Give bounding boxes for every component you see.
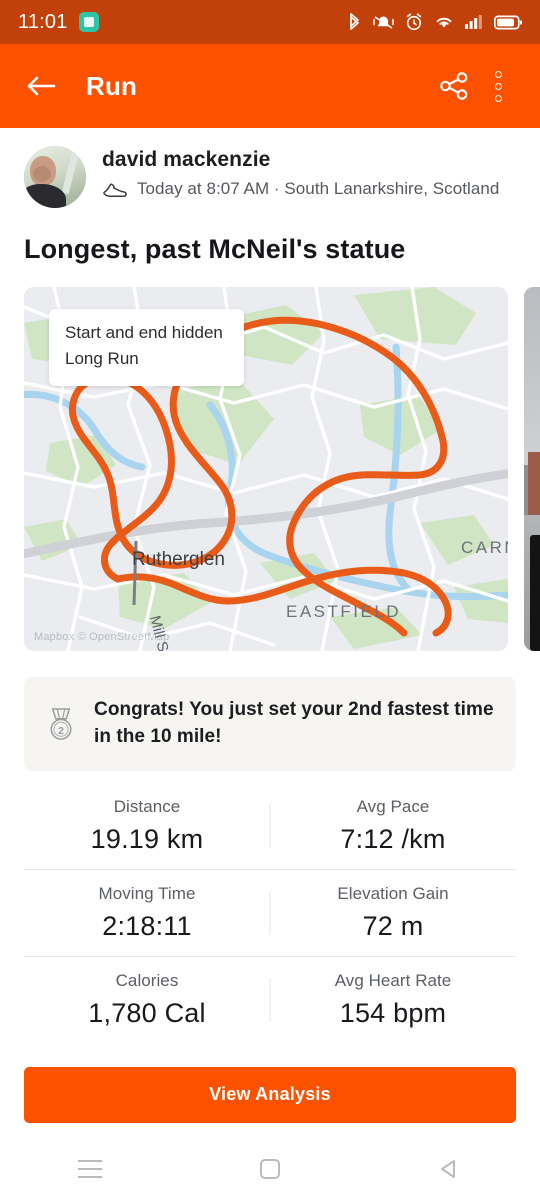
activity-detail-screen: 11:01 Run david mackenzie Today at 8:07 … xyxy=(0,0,540,1200)
svg-text:CARM: CARM xyxy=(461,538,508,557)
stat-label: Calories xyxy=(115,970,179,990)
overflow-menu-button[interactable] xyxy=(476,64,520,108)
share-icon xyxy=(440,72,468,100)
back-triangle-icon xyxy=(441,1160,455,1178)
map-overlay-line-2: Long Run xyxy=(65,349,139,369)
back-nav-button[interactable] xyxy=(360,1158,540,1180)
media-carousel[interactable]: Rutherglen EASTFIELD CARM Mill St Start … xyxy=(0,287,540,651)
stat-label: Avg Heart Rate xyxy=(334,970,452,990)
cellular-signal-icon xyxy=(465,15,482,29)
athlete-header[interactable]: david mackenzie Today at 8:07 AM · South… xyxy=(0,128,540,208)
avatar[interactable] xyxy=(24,146,86,208)
media-rail: Rutherglen EASTFIELD CARM Mill St Start … xyxy=(24,287,540,651)
activity-meta-row: Today at 8:07 AM · South Lanarkshire, Sc… xyxy=(102,179,499,199)
android-navigation-bar xyxy=(0,1138,540,1200)
home-icon xyxy=(260,1159,280,1179)
stats-row: Calories 1,780 Cal Avg Heart Rate 154 bp… xyxy=(24,955,516,1043)
stat-label: Moving Time xyxy=(98,883,196,903)
share-button[interactable] xyxy=(432,64,476,108)
app-bar: Run xyxy=(0,44,540,128)
stat-avg-heart-rate: Avg Heart Rate 154 bpm xyxy=(270,971,516,1029)
status-bar-left: 11:01 xyxy=(18,11,99,34)
page-title: Run xyxy=(86,70,138,101)
overflow-menu-icon xyxy=(494,70,502,102)
back-arrow-icon xyxy=(27,76,56,96)
achievement-text: Congrats! You just set your 2nd fastest … xyxy=(94,699,494,747)
activity-meta: Today at 8:07 AM · South Lanarkshire, Sc… xyxy=(137,179,500,198)
stat-value: 2:18:11 xyxy=(102,910,192,941)
stat-value: 19.19 km xyxy=(90,823,204,854)
vibrate-icon xyxy=(373,16,394,29)
stat-value: 7:12 /km xyxy=(340,823,446,854)
stats-row: Moving Time 2:18:11 Elevation Gain 72 m xyxy=(24,868,516,956)
stat-label: Elevation Gain xyxy=(337,883,449,903)
status-bar: 11:01 xyxy=(0,0,540,44)
status-time: 11:01 xyxy=(18,10,68,33)
map-overlay-line-1: Start and end hidden xyxy=(65,323,223,342)
route-map-card[interactable]: Rutherglen EASTFIELD CARM Mill St Start … xyxy=(24,287,508,651)
stat-label: Avg Pace xyxy=(356,796,430,816)
activity-photo-card[interactable] xyxy=(524,287,540,651)
back-button[interactable] xyxy=(20,65,62,107)
stat-moving-time: Moving Time 2:18:11 xyxy=(24,884,270,942)
app-notification-icon xyxy=(78,12,99,32)
stats-grid: Distance 19.19 km Avg Pace 7:12 /km Movi… xyxy=(24,783,516,1043)
recents-icon xyxy=(78,1160,102,1178)
map-attribution: Mapbox © OpenStreetMap xyxy=(34,631,170,643)
achievement-banner[interactable]: 2 Congrats! You just set your 2nd fastes… xyxy=(24,677,516,771)
view-analysis-button[interactable]: View Analysis xyxy=(24,1066,516,1123)
stat-divider xyxy=(269,890,271,935)
stat-value: 72 m xyxy=(362,910,424,941)
alarm-icon xyxy=(406,13,422,31)
stat-divider xyxy=(269,803,271,848)
stat-calories: Calories 1,780 Cal xyxy=(24,971,270,1029)
bluetooth-icon xyxy=(350,13,359,30)
battery-icon xyxy=(494,15,522,29)
medal-number: 2 xyxy=(58,725,64,737)
stat-label: Distance xyxy=(113,796,181,816)
status-bar-right xyxy=(347,12,522,32)
athlete-name[interactable]: david mackenzie xyxy=(102,148,499,172)
stat-value: 154 bpm xyxy=(339,997,447,1028)
wifi-icon xyxy=(436,17,452,28)
running-shoe-icon xyxy=(103,183,127,197)
svg-text:Rutherglen: Rutherglen xyxy=(132,549,225,570)
stat-divider xyxy=(269,977,271,1022)
activity-title: Longest, past McNeil's statue xyxy=(24,234,406,264)
stat-elevation-gain: Elevation Gain 72 m xyxy=(270,884,516,942)
stat-distance: Distance 19.19 km xyxy=(24,797,270,855)
athlete-info: david mackenzie Today at 8:07 AM · South… xyxy=(102,146,499,199)
home-button[interactable] xyxy=(180,1159,360,1179)
stat-value: 1,780 Cal xyxy=(88,997,206,1028)
medal-icon: 2 xyxy=(50,708,72,740)
svg-text:EASTFIELD: EASTFIELD xyxy=(286,602,401,621)
map-privacy-overlay: Start and end hidden Long Run xyxy=(49,309,244,386)
recents-button[interactable] xyxy=(0,1160,180,1178)
stat-avg-pace: Avg Pace 7:12 /km xyxy=(270,797,516,855)
stats-row: Distance 19.19 km Avg Pace 7:12 /km xyxy=(24,783,516,869)
